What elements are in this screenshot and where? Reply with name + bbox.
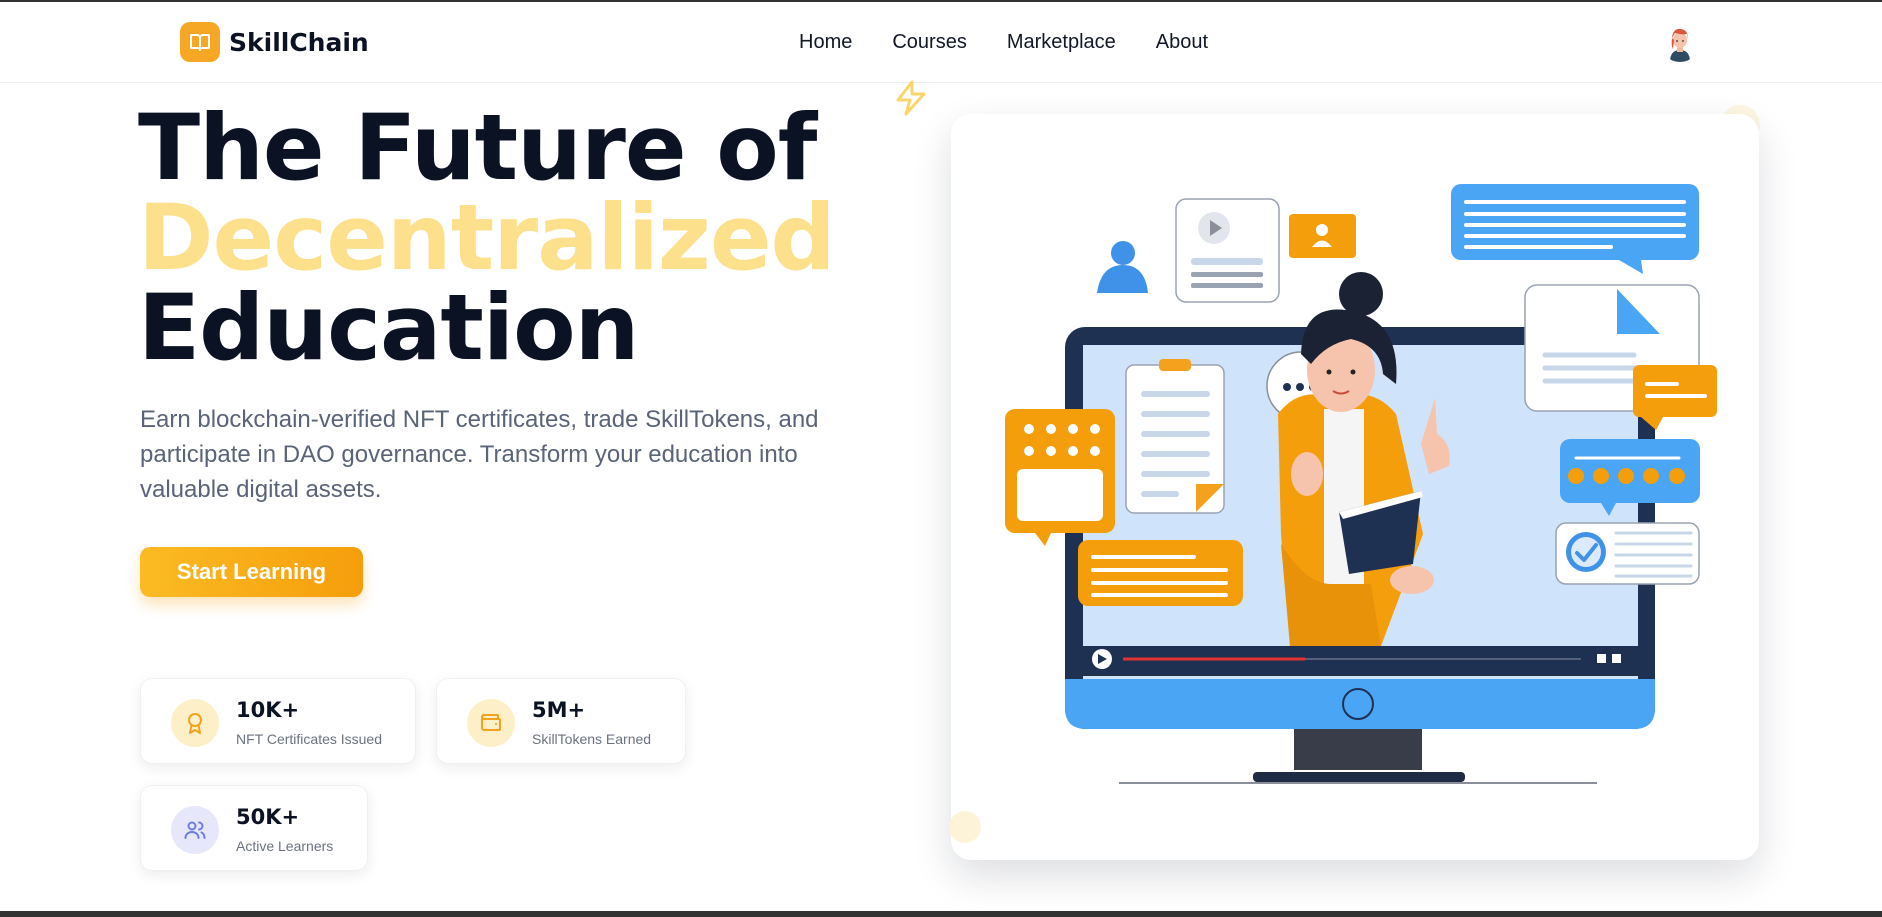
nav-home[interactable]: Home	[799, 31, 852, 54]
lightning-icon	[892, 80, 930, 120]
nav-courses[interactable]: Courses	[892, 31, 966, 54]
brand-name: SkillChain	[229, 27, 369, 57]
stat-value: 50K+	[236, 805, 300, 829]
decorative-dot	[949, 811, 981, 843]
users-icon	[171, 806, 219, 854]
stat-card-certificates: 10K+ NFT Certificates Issued	[140, 678, 416, 764]
hero-title: The Future of Decentralized Education	[138, 96, 836, 381]
online-teacher-illustration	[951, 114, 1759, 864]
top-navbar: SkillChain Home Courses Marketplace Abou…	[0, 2, 1882, 83]
window-bottom-border	[0, 911, 1882, 917]
wallet-icon	[467, 699, 515, 747]
nav-about[interactable]: About	[1156, 31, 1208, 54]
stat-label: Active Learners	[236, 838, 334, 854]
stat-card-learners: 50K+ Active Learners	[140, 785, 368, 871]
stat-label: NFT Certificates Issued	[236, 731, 383, 747]
stat-value: 10K+	[236, 698, 300, 722]
hero-title-line-2: Decentralized	[138, 186, 836, 291]
hero-title-line-3: Education	[138, 276, 639, 381]
award-icon	[171, 699, 219, 747]
hero-description: Earn blockchain-verified NFT certificate…	[140, 406, 819, 503]
start-learning-button[interactable]: Start Learning	[140, 547, 363, 597]
stat-label: SkillTokens Earned	[532, 731, 652, 747]
stat-card-tokens: 5M+ SkillTokens Earned	[436, 678, 686, 764]
nav-marketplace[interactable]: Marketplace	[1007, 31, 1116, 54]
open-book-icon	[180, 22, 220, 62]
main-nav: Home Courses Marketplace About	[799, 31, 1248, 54]
stat-value: 5M+	[532, 698, 586, 722]
hero-title-line-1: The Future of	[138, 96, 817, 201]
brand-logo[interactable]: SkillChain	[180, 22, 369, 62]
user-avatar[interactable]	[1660, 22, 1700, 62]
